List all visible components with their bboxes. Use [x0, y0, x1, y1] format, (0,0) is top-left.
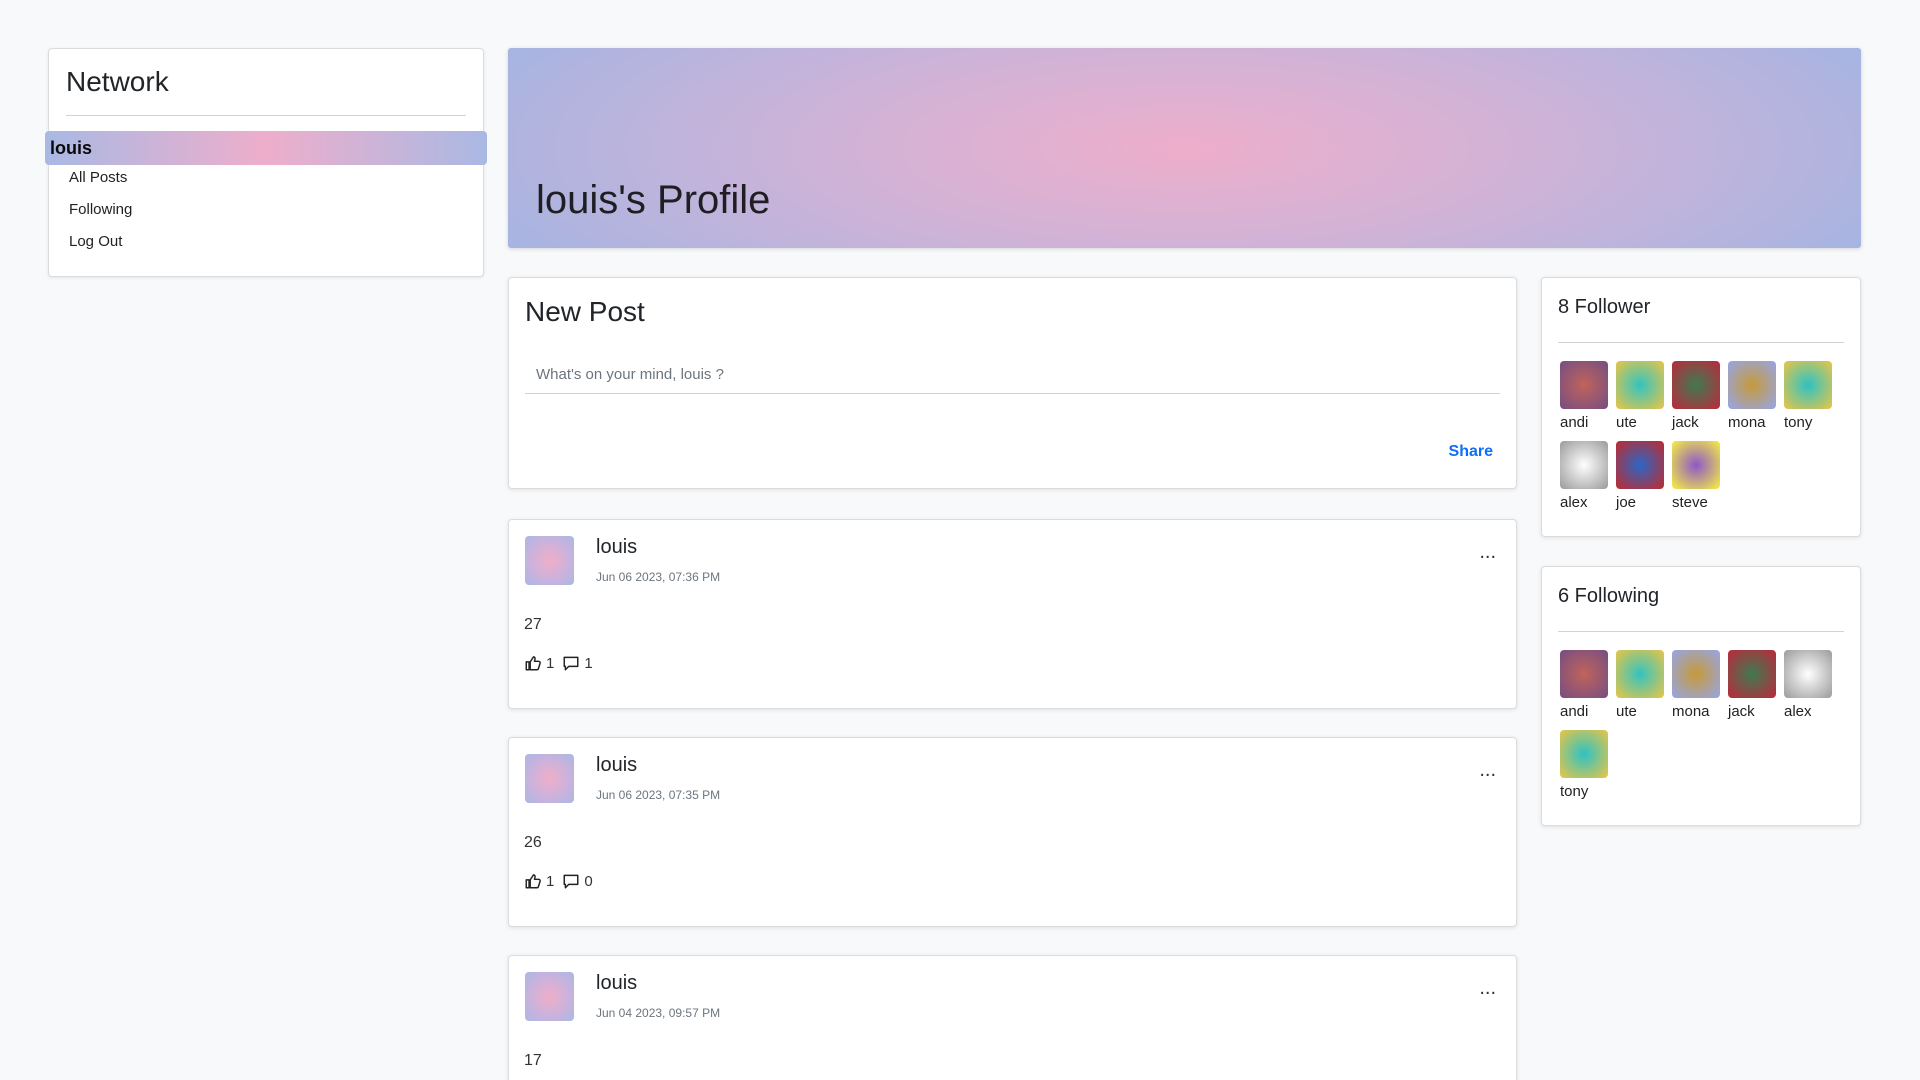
avatar: [1784, 650, 1832, 698]
post-date: Jun 06 2023, 07:36 PM: [596, 570, 721, 584]
user-item[interactable]: jack: [1672, 361, 1728, 431]
post-actions: 1 1: [524, 654, 601, 672]
post-card: louis Jun 06 2023, 07:36 PM ... 27 1 1: [508, 519, 1517, 709]
sidebar: Network louis All Posts Following Log Ou…: [45, 48, 487, 277]
avatar: [1616, 441, 1664, 489]
post-card: louis Jun 06 2023, 07:35 PM ... 26 1 0: [508, 737, 1517, 927]
user-name: tony: [1784, 414, 1813, 431]
user-item[interactable]: joe: [1616, 441, 1672, 511]
user-name: alex: [1560, 494, 1588, 511]
comment-button[interactable]: 1: [562, 654, 593, 672]
avatar[interactable]: [525, 536, 574, 585]
new-post-title: New Post: [525, 296, 645, 327]
user-name: andi: [1560, 703, 1589, 720]
user-item[interactable]: steve: [1672, 441, 1728, 511]
like-button[interactable]: 1: [524, 654, 554, 672]
following-card: 6 Following andi ute mona jack alex tony: [1541, 566, 1861, 826]
post-date: Jun 06 2023, 07:35 PM: [596, 788, 721, 802]
avatar: [1616, 650, 1664, 698]
sidebar-item-following[interactable]: Following: [69, 201, 132, 218]
thumbs-up-icon: [525, 874, 541, 889]
user-item[interactable]: ute: [1616, 361, 1672, 431]
avatar: [1616, 361, 1664, 409]
avatar: [1560, 361, 1608, 409]
sidebar-item-all-posts[interactable]: All Posts: [69, 169, 127, 186]
user-item[interactable]: mona: [1728, 361, 1784, 431]
user-name: joe: [1616, 494, 1637, 511]
followers-card: 8 Follower andi ute jack mona tony alex joe ste…: [1541, 277, 1861, 537]
post-author[interactable]: louis: [596, 972, 637, 995]
avatar: [1672, 441, 1720, 489]
user-item[interactable]: andi: [1560, 361, 1616, 431]
user-name: tony: [1560, 783, 1589, 800]
user-name: jack: [1728, 703, 1755, 720]
user-name: mona: [1728, 414, 1766, 431]
following-title: 6 Following: [1558, 585, 1660, 607]
avatar: [1784, 361, 1832, 409]
comment-count: 1: [584, 654, 593, 672]
avatar: [1560, 441, 1608, 489]
sidebar-item-profile[interactable]: louis: [45, 131, 487, 165]
user-item[interactable]: alex: [1560, 441, 1616, 511]
followers-divider: [1558, 342, 1844, 343]
more-options-icon[interactable]: ...: [1479, 978, 1496, 998]
avatar: [1560, 650, 1608, 698]
comment-count: 0: [584, 872, 593, 890]
comment-button[interactable]: 0: [562, 872, 593, 890]
post-body: 17: [524, 1052, 542, 1069]
post-body: 26: [524, 834, 542, 851]
post-actions: 1 0: [524, 872, 601, 890]
sidebar-divider: [66, 115, 466, 116]
more-options-icon[interactable]: ...: [1479, 760, 1496, 780]
like-count: 1: [546, 654, 555, 672]
avatar: [1672, 361, 1720, 409]
like-count: 1: [546, 872, 555, 890]
user-name: steve: [1672, 494, 1708, 511]
profile-banner: louis's Profile: [508, 48, 1861, 248]
avatar: [1728, 361, 1776, 409]
avatar: [1672, 650, 1720, 698]
like-button[interactable]: 1: [524, 872, 554, 890]
share-button[interactable]: Share: [1449, 443, 1493, 461]
brand-title: Network: [66, 66, 169, 97]
user-name: ute: [1616, 414, 1637, 431]
user-name: jack: [1672, 414, 1699, 431]
comment-icon: [563, 874, 579, 889]
comment-icon: [563, 656, 579, 671]
user-item[interactable]: ute: [1616, 650, 1672, 720]
post-card: louis Jun 04 2023, 09:57 PM ... 17: [508, 955, 1517, 1080]
avatar: [1728, 650, 1776, 698]
user-name: mona: [1672, 703, 1710, 720]
thumbs-up-icon: [525, 656, 541, 671]
avatar[interactable]: [525, 754, 574, 803]
user-item[interactable]: alex: [1784, 650, 1840, 720]
sidebar-item-log-out[interactable]: Log Out: [69, 233, 122, 250]
user-item[interactable]: tony: [1560, 730, 1616, 800]
new-post-card: New Post Share: [508, 277, 1517, 489]
following-divider: [1558, 631, 1844, 632]
post-body: 27: [524, 616, 542, 633]
post-date: Jun 04 2023, 09:57 PM: [596, 1006, 721, 1020]
user-item[interactable]: andi: [1560, 650, 1616, 720]
avatar[interactable]: [525, 972, 574, 1021]
user-name: ute: [1616, 703, 1637, 720]
new-post-input[interactable]: [525, 356, 1500, 394]
page-title: louis's Profile: [536, 178, 771, 222]
more-options-icon[interactable]: ...: [1479, 542, 1496, 562]
user-item[interactable]: mona: [1672, 650, 1728, 720]
post-author[interactable]: louis: [596, 754, 637, 777]
user-name: andi: [1560, 414, 1589, 431]
followers-title: 8 Follower: [1558, 296, 1651, 318]
user-item[interactable]: jack: [1728, 650, 1784, 720]
user-name: alex: [1784, 703, 1812, 720]
avatar: [1560, 730, 1608, 778]
post-author[interactable]: louis: [596, 536, 637, 559]
user-item[interactable]: tony: [1784, 361, 1840, 431]
